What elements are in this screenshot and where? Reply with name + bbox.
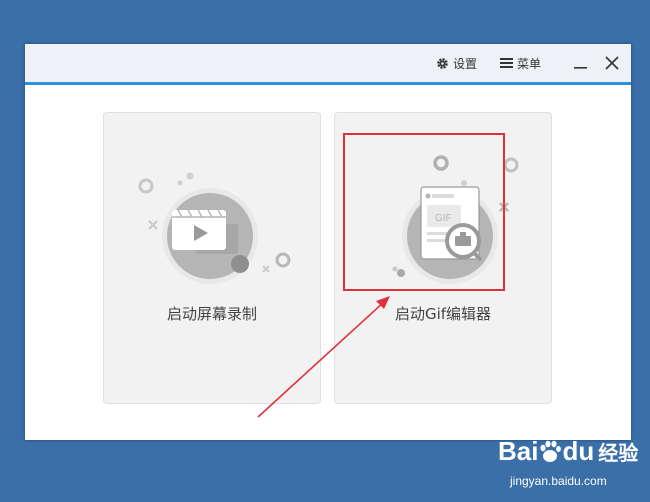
- settings-button[interactable]: 设置: [436, 54, 477, 72]
- baidu-jingyan-watermark: Bai du 经验 jingyan.baidu.com: [498, 436, 648, 496]
- start-screen-record-card[interactable]: 启动屏幕录制: [103, 112, 321, 404]
- gear-icon: [437, 57, 448, 69]
- paw-icon: [540, 440, 562, 462]
- close-icon: [605, 56, 619, 70]
- watermark-jingyan: 经验: [598, 443, 639, 465]
- menu-label: 菜单: [517, 56, 542, 71]
- close-button[interactable]: [603, 54, 621, 72]
- watermark-du: du: [562, 436, 595, 466]
- app-window: 设置 菜单 启动屏幕录制 GIF 启动Gif编辑器: [25, 44, 631, 440]
- video-play-icon: [172, 209, 226, 250]
- minimize-icon: [574, 67, 587, 69]
- start-screen-record-label: 启动屏幕录制: [166, 305, 257, 323]
- hamburger-icon: [500, 58, 513, 68]
- menu-button[interactable]: 菜单: [500, 54, 541, 72]
- screen-record-illustration: [138, 172, 291, 284]
- start-gif-editor-label: 启动Gif编辑器: [394, 305, 492, 323]
- title-bar: 设置 菜单: [25, 44, 631, 85]
- highlight-box: [343, 133, 505, 291]
- watermark-bai: Bai: [498, 436, 539, 466]
- watermark-url: jingyan.baidu.com: [510, 474, 607, 488]
- settings-label: 设置: [453, 56, 478, 71]
- watermark-brand: Bai du 经验: [498, 436, 638, 467]
- minimize-button[interactable]: [572, 54, 590, 72]
